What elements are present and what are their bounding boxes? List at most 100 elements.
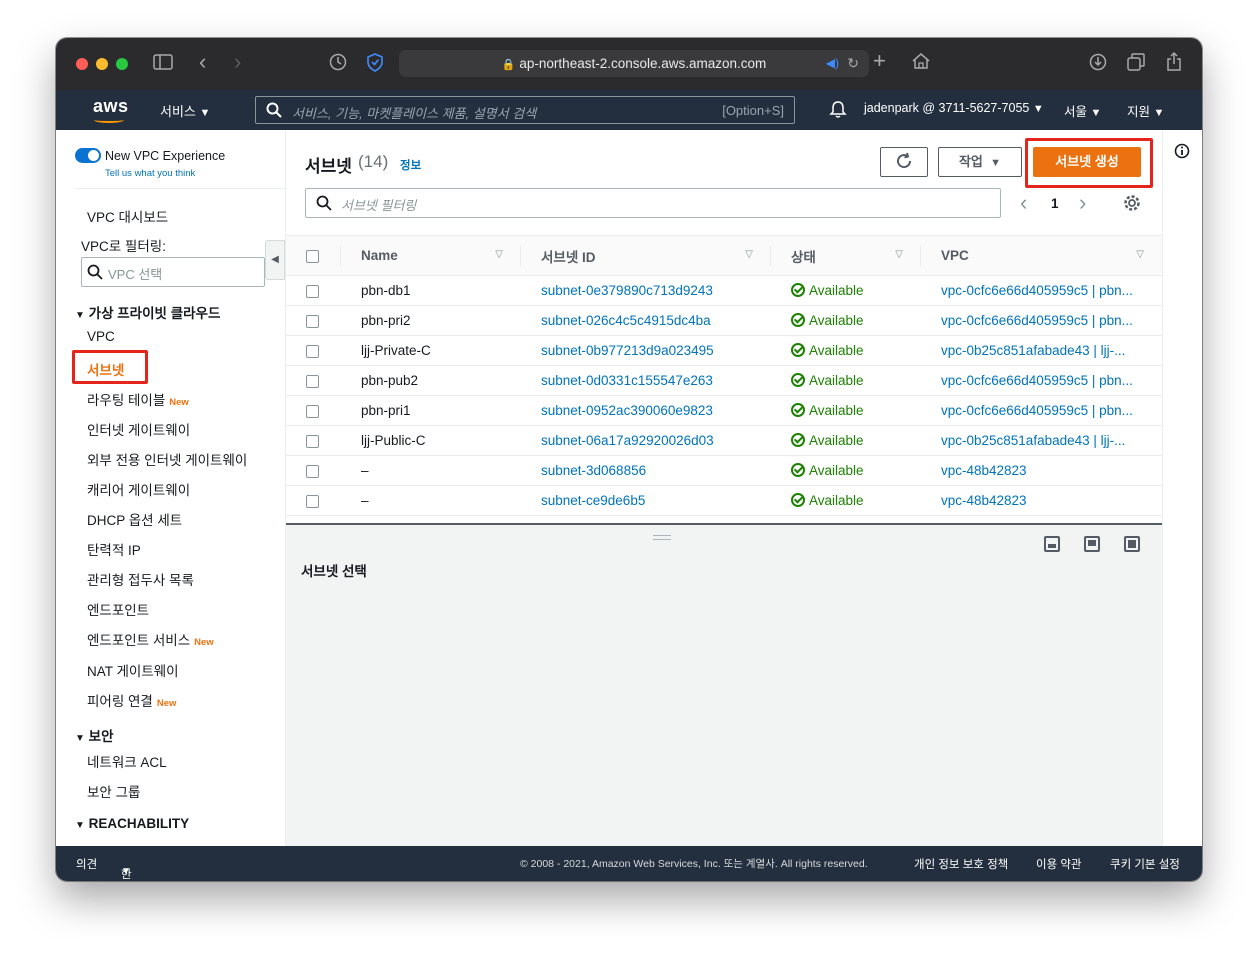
row-checkbox[interactable] xyxy=(306,374,319,388)
split-divider[interactable] xyxy=(286,523,1162,525)
reload-icon[interactable]: ↻ xyxy=(847,50,859,77)
sidebar-item-carrier-gateways[interactable]: 캐리어 게이트웨이 xyxy=(87,479,190,499)
sidebar-item-peering[interactable]: 피어링 연결 New xyxy=(87,690,176,710)
split-bottom-icon[interactable] xyxy=(1044,536,1060,552)
shield-icon[interactable] xyxy=(366,53,384,76)
fullscreen-icon[interactable] xyxy=(1124,536,1140,552)
row-checkbox[interactable] xyxy=(306,284,319,298)
vpc-dashboard-link[interactable]: VPC 대시보드 xyxy=(87,206,168,226)
split-side-icon[interactable] xyxy=(1084,536,1100,552)
address-bar[interactable]: 🔒 ap-northeast-2.console.aws.amazon.com ◀… xyxy=(399,50,869,77)
table-row[interactable]: pbn-db1 subnet-0e379890c713d9243 Availab… xyxy=(286,275,1162,306)
settings-gear-icon[interactable] xyxy=(1123,194,1141,217)
prev-page-icon[interactable]: ‹ xyxy=(1020,190,1027,216)
row-checkbox[interactable] xyxy=(306,434,319,448)
cell-subnet-id[interactable]: subnet-3d068856 xyxy=(521,455,771,486)
global-search-input[interactable]: 서비스, 기능, 마켓플레이스 제품, 설명서 검색 [Option+S] xyxy=(255,96,795,124)
sidebar-toggle-icon[interactable] xyxy=(153,53,173,75)
back-icon[interactable]: ‹ xyxy=(199,51,206,73)
cell-vpc[interactable]: vpc-0b25c851afabade43 | ljj-... xyxy=(921,425,1162,456)
section-security-header[interactable]: ▼ 보안 xyxy=(75,725,114,745)
drag-handle-icon[interactable] xyxy=(653,535,671,540)
info-circle-icon[interactable] xyxy=(1174,143,1190,164)
row-checkbox[interactable] xyxy=(306,404,319,418)
sort-icon[interactable]: ▽ xyxy=(1136,249,1144,260)
refresh-button[interactable] xyxy=(880,147,928,177)
info-link[interactable]: 정보 xyxy=(400,157,421,173)
privacy-link[interactable]: 개인 정보 보호 정책 xyxy=(914,856,1008,872)
section-reachability-header[interactable]: ▼ REACHABILITY xyxy=(75,816,189,831)
sidebar-item-route-tables[interactable]: 라우팅 테이블 New xyxy=(87,389,189,409)
sidebar-item-security-groups[interactable]: 보안 그룹 xyxy=(87,781,140,801)
subnet-filter-input[interactable]: 서브넷 필터링 xyxy=(305,188,1001,218)
sidebar-item-internet-gateways[interactable]: 인터넷 게이트웨이 xyxy=(87,419,190,439)
column-header-state[interactable]: 상태 ▽ xyxy=(771,235,921,276)
close-window-button[interactable] xyxy=(76,58,88,70)
select-all-checkbox[interactable] xyxy=(306,249,319,263)
account-menu[interactable]: jadenpark @ 3711-5627-7055 ▼ xyxy=(864,101,1044,115)
sidebar-item-endpoints[interactable]: 엔드포인트 xyxy=(87,599,149,619)
cell-subnet-id[interactable]: subnet-0b977213d9a023495 xyxy=(521,335,771,366)
history-icon[interactable] xyxy=(329,53,347,75)
cell-vpc[interactable]: vpc-0b25c851afabade43 | ljj-... xyxy=(921,335,1162,366)
audio-icon[interactable]: ◀) xyxy=(826,50,839,77)
services-menu[interactable]: 서비스 ▼ xyxy=(160,101,210,120)
cell-subnet-id[interactable]: subnet-0e379890c713d9243 xyxy=(521,275,771,306)
experience-feedback-link[interactable]: Tell us what you think xyxy=(105,168,195,179)
table-row[interactable]: – subnet-3d068856 Available vpc-48b42823 xyxy=(286,455,1162,486)
table-row[interactable]: pbn-pri2 subnet-026c4c5c4915dc4ba Availa… xyxy=(286,305,1162,336)
aws-logo[interactable]: aws xyxy=(93,96,129,117)
sort-icon[interactable]: ▽ xyxy=(495,249,503,260)
cell-vpc[interactable]: vpc-0cfc6e66d405959c5 | pbn... xyxy=(921,305,1162,336)
feedback-link[interactable]: 의견 xyxy=(76,856,97,872)
download-icon[interactable] xyxy=(1089,53,1107,75)
row-checkbox[interactable] xyxy=(306,344,319,358)
next-page-icon[interactable]: › xyxy=(1079,190,1086,216)
cell-subnet-id[interactable]: subnet-026c4c5c4915dc4ba xyxy=(521,305,771,336)
page-number[interactable]: 1 xyxy=(1051,196,1059,211)
forward-icon[interactable]: › xyxy=(234,51,241,73)
table-row[interactable]: ljj-Public-C subnet-06a17a92920026d03 Av… xyxy=(286,425,1162,456)
home-icon[interactable] xyxy=(911,52,931,74)
cell-vpc[interactable]: vpc-48b42823 xyxy=(921,455,1162,486)
minimize-window-button[interactable] xyxy=(96,58,108,70)
actions-button[interactable]: 작업 ▼ xyxy=(938,147,1022,177)
column-header-name[interactable]: Name ▽ xyxy=(341,235,521,276)
cell-vpc[interactable]: vpc-0cfc6e66d405959c5 | pbn... xyxy=(921,395,1162,426)
sidebar-item-dhcp-options[interactable]: DHCP 옵션 세트 xyxy=(87,509,182,529)
cookie-settings-link[interactable]: 쿠키 기본 설정 xyxy=(1110,856,1180,872)
sort-icon[interactable]: ▽ xyxy=(745,249,753,260)
sidebar-item-nat-gateways[interactable]: NAT 게이트웨이 xyxy=(87,660,179,680)
cell-subnet-id[interactable]: subnet-0d0331c155547e263 xyxy=(521,365,771,396)
new-tab-icon[interactable]: + xyxy=(873,50,886,72)
support-menu[interactable]: 지원 ▼ xyxy=(1127,101,1164,120)
region-menu[interactable]: 서울 ▼ xyxy=(1064,101,1101,120)
share-icon[interactable] xyxy=(1166,51,1182,76)
sidebar-item-endpoint-services[interactable]: 엔드포인트 서비스 New xyxy=(87,629,214,649)
sidebar-item-vpc[interactable]: VPC xyxy=(87,329,115,344)
sidebar-collapse-button[interactable]: ◀ xyxy=(265,240,285,280)
vpc-filter-select[interactable]: VPC 선택 xyxy=(81,257,265,287)
cell-vpc[interactable]: vpc-0cfc6e66d405959c5 | pbn... xyxy=(921,275,1162,306)
row-checkbox[interactable] xyxy=(306,314,319,328)
terms-link[interactable]: 이용 약관 xyxy=(1036,856,1082,872)
table-row[interactable]: ljj-Private-C subnet-0b977213d9a023495 A… xyxy=(286,335,1162,366)
sidebar-item-network-acl[interactable]: 네트워크 ACL xyxy=(87,751,167,771)
row-checkbox[interactable] xyxy=(306,464,319,478)
cell-subnet-id[interactable]: subnet-06a17a92920026d03 xyxy=(521,425,771,456)
table-row[interactable]: pbn-pub2 subnet-0d0331c155547e263 Availa… xyxy=(286,365,1162,396)
section-vpc-header[interactable]: ▼ 가상 프라이빗 클라우드 xyxy=(75,302,220,322)
row-checkbox[interactable] xyxy=(306,494,319,508)
new-experience-toggle[interactable] xyxy=(75,148,101,163)
sidebar-item-prefix-lists[interactable]: 관리형 접두사 목록 xyxy=(87,569,194,589)
zoom-window-button[interactable] xyxy=(116,58,128,70)
cell-vpc[interactable]: vpc-0cfc6e66d405959c5 | pbn... xyxy=(921,365,1162,396)
table-row[interactable]: – subnet-ce9de6b5 Available vpc-48b42823 xyxy=(286,485,1162,516)
sidebar-item-egress-only-igw[interactable]: 외부 전용 인터넷 게이트웨이 xyxy=(87,449,247,469)
tabs-overview-icon[interactable] xyxy=(1127,53,1145,75)
sort-icon[interactable]: ▽ xyxy=(895,249,903,260)
column-header-subnet-id[interactable]: 서브넷 ID ▽ xyxy=(521,235,771,276)
bell-icon[interactable] xyxy=(829,100,847,124)
cell-subnet-id[interactable]: subnet-ce9de6b5 xyxy=(521,485,771,516)
table-row[interactable]: pbn-pri1 subnet-0952ac390060e9823 Availa… xyxy=(286,395,1162,426)
